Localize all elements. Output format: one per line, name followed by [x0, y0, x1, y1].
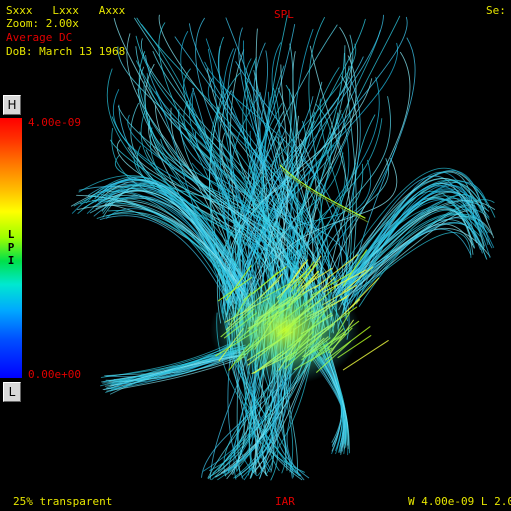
colorbar-high-button[interactable]: H: [3, 95, 21, 115]
zoom-readout: Zoom: 2.00x: [6, 17, 79, 30]
series-label: Se:: [486, 4, 506, 17]
colorbar-axis-letters: L P I: [5, 228, 17, 267]
top-orientation-label: SPL: [274, 8, 294, 21]
orientation-l: Lxxx: [52, 4, 79, 17]
orientation-s: Sxxx: [6, 4, 33, 17]
dob-label: DoB: March 13 1968: [6, 45, 126, 58]
mode-label: Average DC: [6, 31, 73, 44]
fiber-tract-render[interactable]: [0, 0, 511, 511]
colorbar-letter-i: I: [7, 254, 15, 267]
colorbar-letter-l: L: [7, 228, 15, 241]
colorbar-low-button[interactable]: L: [3, 382, 21, 402]
colorbar-min-label: 0.00e+00: [28, 368, 81, 381]
fiber-bundle-group: [70, 14, 496, 481]
orientation-a: Axxx: [98, 4, 126, 17]
orientation-labels: Sxxx Lxxx Axxx: [6, 4, 125, 17]
colorbar-max-label: 4.00e-09: [28, 116, 81, 129]
bottom-orientation-label: IAR: [275, 495, 295, 508]
window-level-readout: W 4.00e-09 L 2.0: [408, 495, 511, 508]
tractography-viewer[interactable]: Sxxx Lxxx Axxx Zoom: 2.00x Average DC Do…: [0, 0, 511, 511]
fiber-core-highlight: [210, 275, 360, 385]
transparency-label: 25% transparent: [13, 495, 113, 508]
fiber-streamline: [106, 190, 236, 305]
colorbar-letter-p: P: [7, 241, 15, 254]
